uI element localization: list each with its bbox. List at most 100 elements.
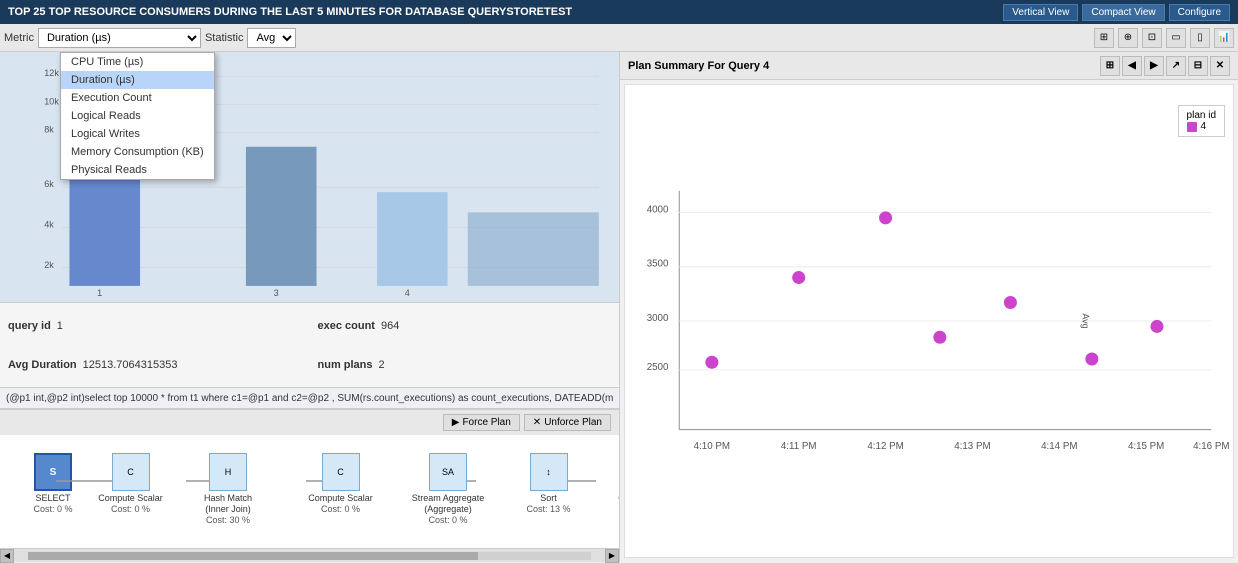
scatter-point-3[interactable]	[879, 211, 892, 224]
app-title: TOP 25 TOP RESOURCE CONSUMERS DURING THE…	[8, 6, 572, 18]
title-bar: TOP 25 TOP RESOURCE CONSUMERS DURING THE…	[0, 0, 1238, 24]
horizontal-scrollbar[interactable]: ◀ ▶	[0, 548, 619, 562]
dropdown-item-physical-reads[interactable]: Physical Reads	[61, 161, 214, 179]
plan-node-cs1[interactable]: C Compute Scalar Cost: 0 %	[88, 453, 173, 514]
y-axis-label-right: Avg	[1080, 313, 1090, 328]
dropdown-item-logical-writes[interactable]: Logical Writes	[61, 125, 214, 143]
chart-title-bar: Plan Summary For Query 4 ⊞ ◀ ▶ ↗ ⊟ ✕	[620, 52, 1238, 80]
plan-node-cs3[interactable]: C Compute Scalar Cost: 0 %	[608, 453, 619, 514]
plan-node-sort1[interactable]: ↕ Sort Cost: 13 %	[511, 453, 586, 514]
chart-icon-1[interactable]: ⊞	[1100, 56, 1120, 76]
svg-text:4:13 PM: 4:13 PM	[954, 441, 990, 452]
bar-other[interactable]	[468, 212, 599, 286]
plan-toolbar: ▶ Force Plan ✕ Unforce Plan	[0, 409, 619, 435]
query-id-value: 1	[57, 320, 63, 332]
svg-text:4000: 4000	[647, 204, 669, 215]
metric-select[interactable]: CPU Time (µs)Duration (µs)Execution Coun…	[38, 28, 201, 48]
avg-duration-label: Avg Duration	[8, 359, 77, 371]
exec-count-label: exec count	[318, 320, 375, 332]
svg-text:4:15 PM: 4:15 PM	[1128, 441, 1164, 452]
bar-chart-area: avg duration 12k 10k 8k 6k 4k 2k	[0, 52, 619, 302]
svg-text:3000: 3000	[647, 313, 669, 324]
vertical-view-btn[interactable]: Vertical View	[1003, 4, 1078, 21]
chart-title-icons: ⊞ ◀ ▶ ↗ ⊟ ✕	[1100, 56, 1230, 76]
avg-duration-value: 12513.7064315353	[83, 359, 178, 371]
query-id-row: query id 1	[8, 307, 302, 344]
legend-dot	[1187, 122, 1197, 132]
unforce-plan-icon: ✕	[533, 417, 541, 428]
plan-node-hm1[interactable]: H Hash Match(Inner Join) Cost: 30 %	[183, 453, 273, 525]
plan-title: Plan Summary For Query 4	[628, 60, 769, 72]
scatter-point-6[interactable]	[1085, 352, 1098, 365]
legend-item: plan id	[1187, 110, 1216, 121]
num-plans-label: num plans	[318, 359, 373, 371]
info-panel: query id 1 exec count 964 Avg Duration 1…	[0, 302, 619, 387]
chart-icon-2[interactable]: ◀	[1122, 56, 1142, 76]
legend-value: 4	[1201, 121, 1207, 132]
right-panel: Plan Summary For Query 4 ⊞ ◀ ▶ ↗ ⊟ ✕ 400…	[620, 52, 1238, 562]
svg-text:6k: 6k	[44, 179, 54, 189]
avg-duration-row: Avg Duration 12513.7064315353	[8, 346, 302, 383]
plan-diagram[interactable]: S SELECT Cost: 0 %	[0, 435, 619, 548]
zoom-fit-btn[interactable]: ⊞	[1094, 28, 1114, 48]
chart-icon-4[interactable]: ↗	[1166, 56, 1186, 76]
scroll-track[interactable]	[28, 552, 591, 560]
chart-icon-3[interactable]: ▶	[1144, 56, 1164, 76]
view-btn2[interactable]: ▯	[1190, 28, 1210, 48]
dropdown-item-execution[interactable]: Execution Count	[61, 89, 214, 107]
scatter-svg: 4000 3500 3000 2500 4:10 PM 4:11 PM 4:12…	[625, 85, 1233, 557]
num-plans-row: num plans 2	[318, 346, 612, 383]
scroll-left-btn[interactable]: ◀	[0, 549, 14, 563]
view-btn1[interactable]: ▭	[1166, 28, 1186, 48]
zoom-out-btn[interactable]: ⊡	[1142, 28, 1162, 48]
scatter-point-4[interactable]	[933, 331, 946, 344]
bar-3[interactable]	[246, 147, 317, 286]
metric-label: Metric	[4, 32, 34, 44]
num-plans-value: 2	[379, 359, 385, 371]
y-axis-label: avg duration	[0, 52, 2, 302]
chart-btn[interactable]: 📊	[1214, 28, 1234, 48]
configure-btn[interactable]: Configure	[1169, 4, 1230, 21]
scroll-right-btn[interactable]: ▶	[605, 549, 619, 563]
dropdown-item-memory[interactable]: Memory Consumption (KB)	[61, 143, 214, 161]
statistic-select[interactable]: Avg	[247, 28, 296, 48]
plan-node-cs2[interactable]: C Compute Scalar Cost: 0 %	[298, 453, 383, 514]
svg-text:4: 4	[405, 288, 410, 298]
force-plan-btn[interactable]: ▶ Force Plan	[443, 414, 520, 431]
dropdown-item-duration[interactable]: Duration (µs)	[61, 71, 214, 89]
scatter-point-2[interactable]	[792, 271, 805, 284]
sql-text: (@p1 int,@p2 int)select top 10000 * from…	[6, 393, 613, 404]
svg-text:4:14 PM: 4:14 PM	[1041, 441, 1077, 452]
zoom-in-btn[interactable]: ⊕	[1118, 28, 1138, 48]
svg-text:8k: 8k	[44, 125, 54, 135]
bar-4[interactable]	[377, 192, 448, 286]
main-toolbar: Metric CPU Time (µs)Duration (µs)Executi…	[0, 24, 1238, 52]
chart-icon-6[interactable]: ✕	[1210, 56, 1230, 76]
dropdown-item-logical-reads[interactable]: Logical Reads	[61, 107, 214, 125]
svg-text:3: 3	[274, 288, 279, 298]
plan-node-select[interactable]: S SELECT Cost: 0 %	[18, 453, 88, 514]
svg-text:10k: 10k	[44, 96, 59, 106]
svg-text:4k: 4k	[44, 219, 54, 229]
plan-node-sa1[interactable]: SA Stream Aggregate(Aggregate) Cost: 0 %	[403, 453, 493, 525]
legend-box: plan id 4	[1178, 105, 1225, 137]
legend-value-row: 4	[1187, 121, 1216, 132]
legend-label: plan id	[1187, 110, 1216, 121]
plan-nodes-container: S SELECT Cost: 0 %	[8, 443, 619, 548]
scatter-chart-container: 4000 3500 3000 2500 4:10 PM 4:11 PM 4:12…	[624, 84, 1234, 558]
title-buttons: Vertical View Compact View Configure	[1003, 4, 1230, 21]
query-id-label: query id	[8, 320, 51, 332]
chart-icon-5[interactable]: ⊟	[1188, 56, 1208, 76]
sql-text-bar: (@p1 int,@p2 int)select top 10000 * from…	[0, 387, 619, 409]
svg-text:2500: 2500	[647, 362, 669, 373]
scatter-point-5[interactable]	[1004, 296, 1017, 309]
dropdown-item-cpu[interactable]: CPU Time (µs)	[61, 53, 214, 71]
svg-text:2k: 2k	[44, 260, 54, 270]
scatter-point-7[interactable]	[1150, 320, 1163, 333]
scatter-point-1[interactable]	[705, 356, 718, 369]
scroll-thumb[interactable]	[28, 552, 478, 560]
unforce-plan-btn[interactable]: ✕ Unforce Plan	[524, 414, 611, 431]
compact-view-btn[interactable]: Compact View	[1082, 4, 1164, 21]
svg-text:4:10 PM: 4:10 PM	[694, 441, 730, 452]
svg-text:4:16 PM: 4:16 PM	[1193, 441, 1229, 452]
